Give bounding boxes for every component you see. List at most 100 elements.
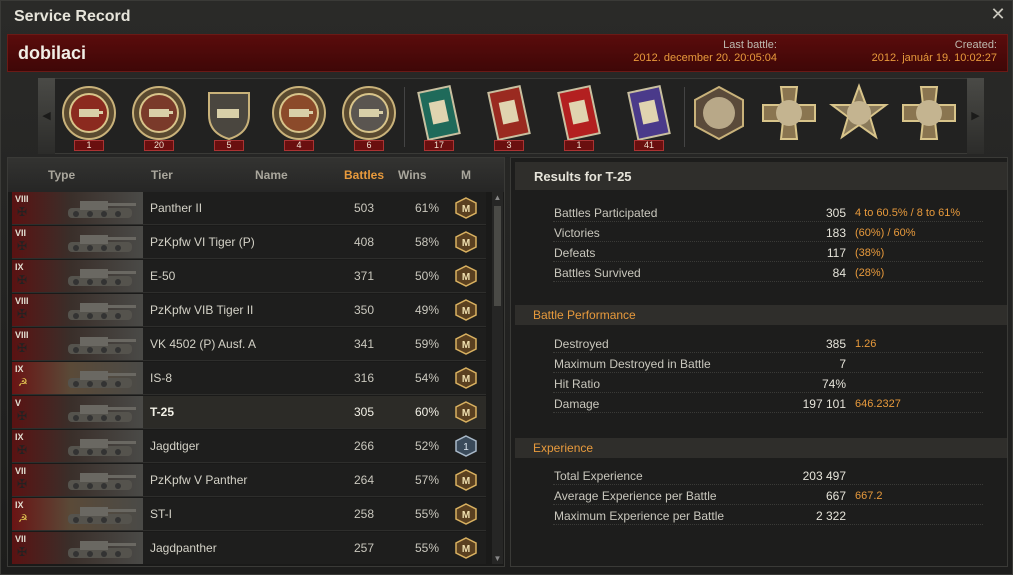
col-mastery-header[interactable]: M xyxy=(461,168,471,182)
vehicle-battles: 503 xyxy=(353,201,374,215)
table-row[interactable]: VIII ✠ VK 4502 (P) Ausf. A 341 59% M xyxy=(12,328,486,361)
player-name-bar: dobilaci Last battle: 2012. december 20.… xyxy=(7,34,1008,72)
vehicle-name: Jagdtiger xyxy=(150,439,200,453)
experience-title: Experience xyxy=(533,441,594,455)
vehicle-image: VII ✠ xyxy=(12,532,143,564)
medals-scroll-left-button[interactable]: ◀ xyxy=(38,78,55,154)
iron-cross-icon: ✠ xyxy=(17,409,28,423)
mastery-badge-icon: 1 xyxy=(454,435,478,457)
scroll-thumb[interactable] xyxy=(494,206,501,306)
mastery-badge-icon: M xyxy=(454,503,478,525)
medal-1[interactable]: 20 xyxy=(129,83,189,151)
vehicle-list-scrollbar[interactable]: ▲ ▼ xyxy=(492,192,503,564)
medal-count-badge: 20 xyxy=(144,140,174,151)
stat-divider xyxy=(553,241,983,242)
medal-6[interactable]: 3 xyxy=(479,83,539,151)
vehicle-tier: VIII xyxy=(15,194,29,204)
tank-silhouette-icon xyxy=(68,337,136,354)
col-wins-header[interactable]: Wins xyxy=(398,168,427,182)
vehicle-image: VIII ✠ xyxy=(12,328,143,360)
stat-label: Maximum Experience per Battle xyxy=(554,509,725,523)
stat-label: Victories xyxy=(554,226,600,240)
vehicle-tier: VIII xyxy=(15,296,29,306)
scroll-up-icon[interactable]: ▲ xyxy=(492,192,503,203)
table-row[interactable]: VIII ✠ Panther II 503 61% M xyxy=(12,192,486,225)
vehicle-wins: 49% xyxy=(414,303,439,317)
stat-divider xyxy=(553,221,983,222)
vehicle-table-panel: Type Tier Name Battles Wins M VIII ✠ Pan… xyxy=(7,157,505,567)
table-row[interactable]: IX ✠ Jagdtiger 266 52% 1 xyxy=(12,430,486,463)
medal-count-badge: 1 xyxy=(564,140,594,151)
medal-4[interactable]: 6 xyxy=(339,83,399,151)
stat-divider xyxy=(553,484,983,485)
stat-label: Battles Survived xyxy=(554,266,641,280)
stat-value: 183 xyxy=(825,226,846,240)
col-tier-header[interactable]: Tier xyxy=(151,168,173,182)
vehicle-tier: VII xyxy=(15,228,27,238)
medal-10[interactable] xyxy=(759,83,819,151)
medal-0[interactable]: 1 xyxy=(59,83,119,151)
table-row[interactable]: IX ☭ IS-8 316 54% M xyxy=(12,362,486,395)
close-icon[interactable]: ✕ xyxy=(988,4,1008,24)
vehicle-wins: 61% xyxy=(414,201,439,215)
table-row[interactable]: VII ✠ PzKpfw V Panther 264 57% M xyxy=(12,464,486,497)
medal-8[interactable]: 41 xyxy=(619,83,679,151)
scroll-down-icon[interactable]: ▼ xyxy=(492,553,503,564)
mastery-rank-text: M xyxy=(462,510,470,521)
stat-divider xyxy=(553,261,983,262)
mastery-rank-text: M xyxy=(462,374,470,385)
vehicle-wins: 57% xyxy=(414,473,439,487)
mastery-badge-icon: M xyxy=(454,469,478,491)
vehicle-battles: 350 xyxy=(353,303,374,317)
medal-5[interactable]: 17 xyxy=(409,83,469,151)
mastery-badge-icon: M xyxy=(454,367,478,389)
medal-2[interactable]: 5 xyxy=(199,83,259,151)
medal-12[interactable] xyxy=(899,83,959,151)
stat-value: 203 497 xyxy=(802,469,846,483)
vehicle-wins: 52% xyxy=(414,439,439,453)
stat-label: Average Experience per Battle xyxy=(554,489,717,503)
table-row[interactable]: IX ☭ ST-I 258 55% M xyxy=(12,498,486,531)
vehicle-battles: 316 xyxy=(353,371,374,385)
window-title: Service Record xyxy=(14,8,131,25)
stat-divider xyxy=(553,352,983,353)
table-row[interactable]: VII ✠ Jagdpanther 257 55% M xyxy=(12,532,486,564)
vehicle-wins: 60% xyxy=(414,405,439,419)
table-row[interactable]: IX ✠ E-50 371 50% M xyxy=(12,260,486,293)
tank-silhouette-icon xyxy=(68,405,136,422)
vehicle-image: VII ✠ xyxy=(12,464,143,496)
medals-scroll-right-button[interactable]: ▶ xyxy=(967,78,984,154)
vehicle-name: T-25 xyxy=(150,405,175,419)
vehicle-tier: IX xyxy=(15,364,24,374)
stat-value: 74% xyxy=(821,377,846,391)
stat-value: 667 xyxy=(825,489,846,503)
medal-11[interactable] xyxy=(829,83,889,151)
medal-3[interactable]: 4 xyxy=(269,83,329,151)
iron-cross-icon: ✠ xyxy=(17,477,28,491)
green-ribbon-medal-icon xyxy=(417,85,461,141)
medal-group-divider xyxy=(404,87,405,147)
stat-value: 197 101 xyxy=(802,397,846,411)
stat-label: Battles Participated xyxy=(554,206,658,220)
stat-divider xyxy=(553,372,983,373)
col-battles-header[interactable]: Battles xyxy=(344,168,384,182)
col-type-header[interactable]: Type xyxy=(48,168,75,182)
stat-value: 2 322 xyxy=(815,509,846,523)
table-row[interactable]: V ✠ T-25 305 60% M xyxy=(12,396,486,429)
table-row[interactable]: VII ✠ PzKpfw VI Tiger (P) 408 58% M xyxy=(12,226,486,259)
stat-value: 84 xyxy=(832,266,846,280)
last-battle-info: Last battle: 2012. december 20. 20:05:04 xyxy=(633,39,777,65)
vehicle-image: V ✠ xyxy=(12,396,143,428)
red-ribbon-medal-icon xyxy=(487,85,531,141)
stat-value: 117 xyxy=(826,246,846,260)
mastery-rank-text: M xyxy=(462,476,470,487)
table-row[interactable]: VIII ✠ PzKpfw VIB Tiger II 350 49% M xyxy=(12,294,486,327)
col-name-header[interactable]: Name xyxy=(255,168,288,182)
mastery-badge-icon: M xyxy=(454,299,478,321)
stat-extra: (28%) xyxy=(855,267,885,279)
vehicle-name: PzKpfw VI Tiger (P) xyxy=(150,235,255,249)
service-record-window: Service Record ✕ dobilaci Last battle: 2… xyxy=(0,0,1013,575)
vehicle-image: IX ☭ xyxy=(12,362,143,394)
medal-9[interactable] xyxy=(689,83,749,151)
medal-7[interactable]: 1 xyxy=(549,83,609,151)
